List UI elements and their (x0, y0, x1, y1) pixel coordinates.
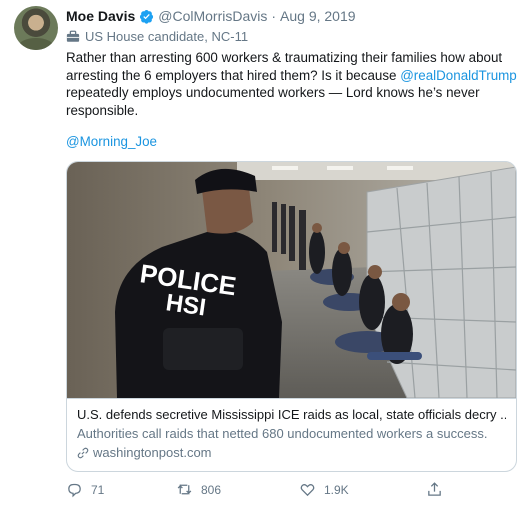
card-domain-text: washingtonpost.com (93, 445, 212, 460)
retweet-count: 806 (201, 482, 222, 497)
like-count: 1.9K (324, 482, 349, 497)
link-icon (77, 447, 89, 458)
retweet-icon (177, 484, 192, 495)
tweet-date[interactable]: Aug 9, 2019 (280, 8, 356, 24)
author-handle[interactable]: @ColMorrisDavis (158, 8, 267, 24)
tweet-text: Rather than arresting 600 workers & trau… (66, 49, 521, 119)
reply-icon (68, 483, 81, 498)
tweet-text-part2: repeatedly employs undocumented workers … (66, 85, 480, 118)
reply-button[interactable]: 71 (66, 481, 104, 498)
share-button[interactable] (426, 481, 451, 498)
card-description: Authorities call raids that netted 680 u… (77, 426, 488, 441)
author-bio: US House candidate, NC-11 (66, 29, 248, 44)
link-preview-card[interactable]: POLICE HSI U.S. defends secretive Missis… (66, 161, 517, 472)
share-icon (428, 482, 441, 496)
like-button[interactable]: 1.9K (299, 481, 349, 498)
author-name[interactable]: Moe Davis (66, 8, 135, 24)
briefcase-icon (66, 30, 80, 42)
card-image[interactable]: POLICE HSI (67, 162, 516, 398)
verified-badge-icon (140, 9, 154, 24)
author-avatar[interactable] (14, 6, 58, 50)
mention-link-morning-joe[interactable]: @Morning_Joe (66, 134, 157, 149)
mention-link-trump[interactable]: @realDonaldTrump (400, 68, 517, 83)
card-domain[interactable]: washingtonpost.com (77, 444, 506, 461)
retweet-button[interactable]: 806 (176, 481, 221, 498)
tweet-actions: 71 806 1.9K (66, 481, 516, 499)
header-separator: · (271, 8, 277, 24)
reply-count: 71 (91, 482, 105, 497)
card-image-hsi-text: HSI (164, 289, 207, 321)
card-title[interactable]: U.S. defends secretive Mississippi ICE r… (77, 406, 506, 423)
tweet-header: Moe Davis @ColMorrisDavis · Aug 9, 2019 (66, 8, 356, 24)
like-icon (300, 484, 315, 497)
author-bio-text: US House candidate, NC-11 (85, 29, 249, 44)
card-body[interactable]: U.S. defends secretive Mississippi ICE r… (67, 398, 516, 471)
